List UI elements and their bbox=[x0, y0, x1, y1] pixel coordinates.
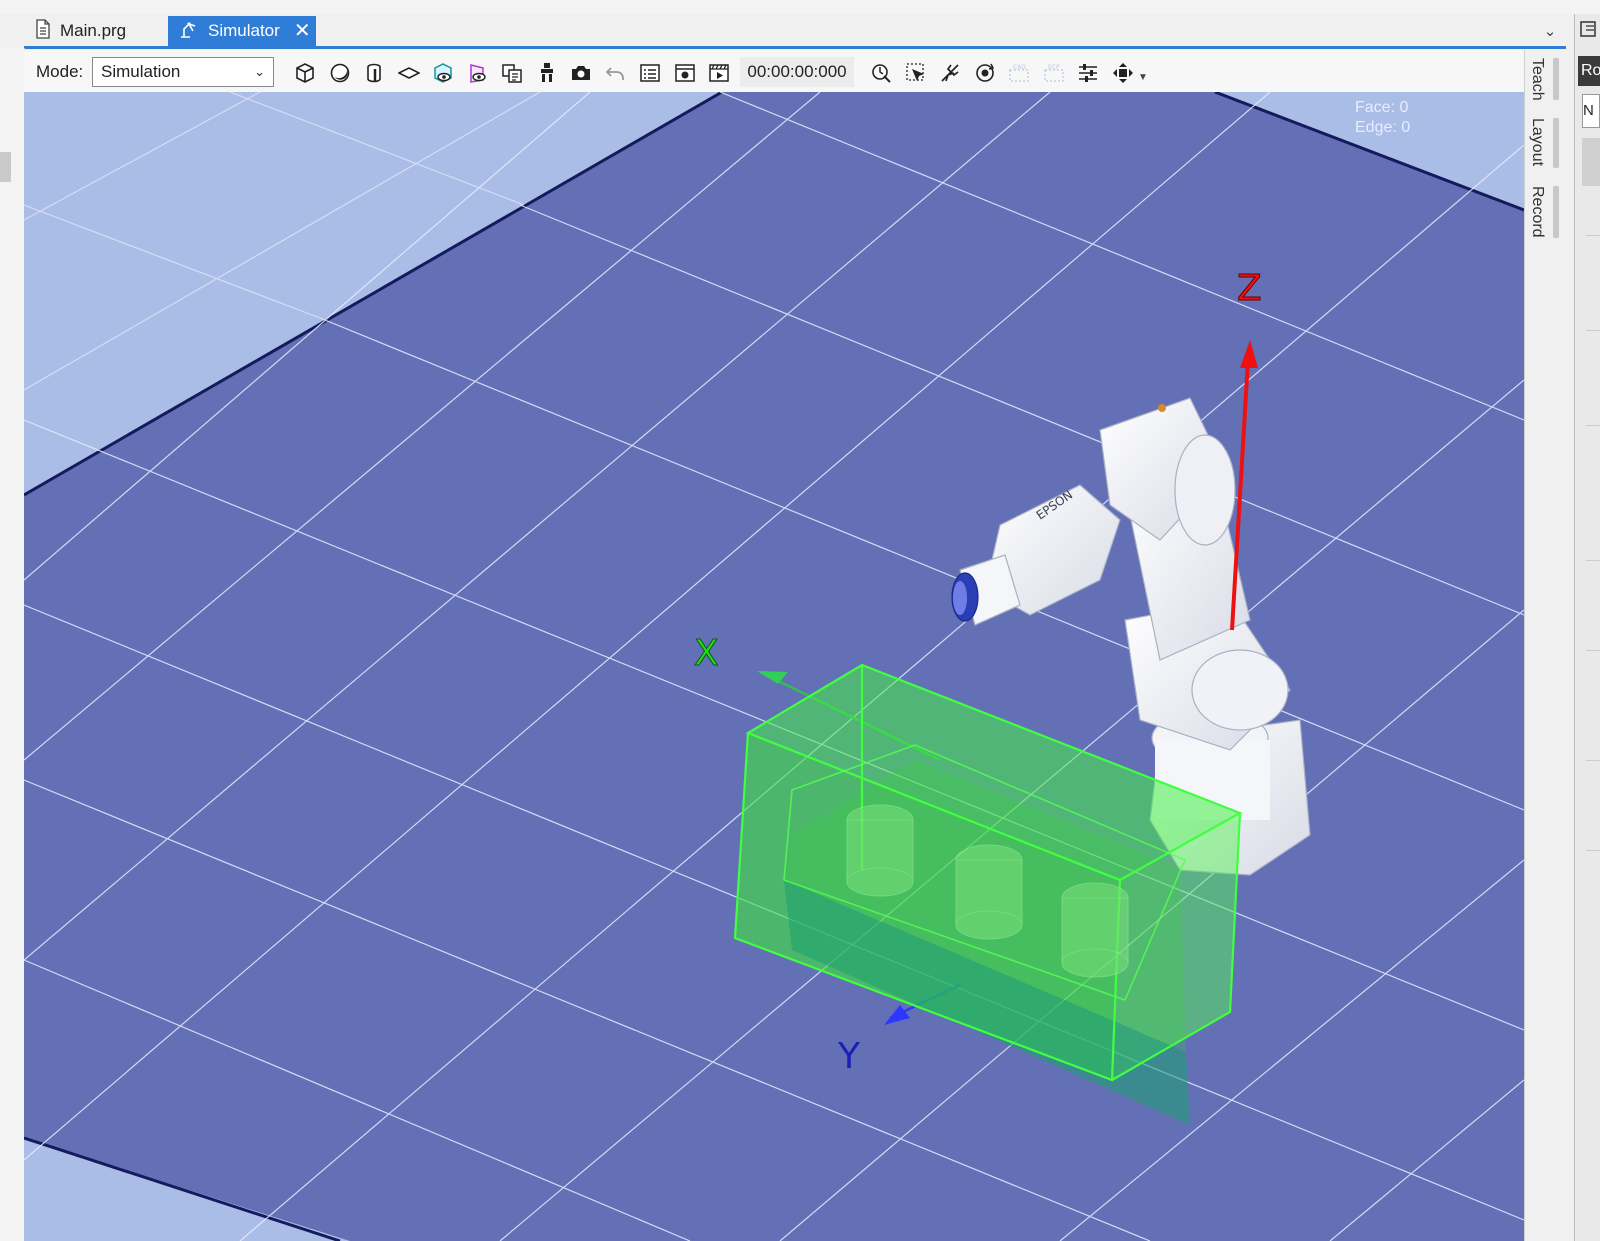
sliders-icon[interactable] bbox=[1071, 59, 1106, 87]
document-tab-bar: Main.prg Simulator ✕ bbox=[0, 14, 1600, 48]
box-icon[interactable] bbox=[288, 59, 323, 87]
edge-count: Edge: 0 bbox=[1355, 119, 1411, 136]
left-panel-strip bbox=[0, 48, 25, 1241]
tab-main-prg[interactable]: Main.prg bbox=[24, 16, 166, 46]
move-icon[interactable] bbox=[1106, 59, 1141, 87]
toolbar-icons-right: CAD ECP bbox=[864, 58, 1140, 88]
side-tab-indicator bbox=[1553, 118, 1559, 168]
chevron-down-icon[interactable]: ⌄ bbox=[1540, 20, 1560, 42]
mode-dropdown[interactable]: Simulation ⌄ bbox=[92, 57, 274, 87]
timecode-display: 00:00:00:000 bbox=[740, 57, 854, 87]
svg-text:CAD: CAD bbox=[1013, 64, 1026, 71]
measure-icon[interactable] bbox=[933, 59, 968, 87]
selection-info: Face: 0 Edge: 0 bbox=[1355, 98, 1410, 138]
face-count: Face: 0 bbox=[1355, 99, 1409, 116]
sphere-icon[interactable] bbox=[323, 59, 358, 87]
mode-dropdown-value: Simulation bbox=[101, 62, 181, 81]
side-tab-layout[interactable]: Layout bbox=[1528, 118, 1546, 166]
tab-simulator[interactable]: Simulator ✕ bbox=[168, 16, 316, 46]
select-object-icon[interactable] bbox=[899, 59, 934, 87]
scene-svg: EPSON X Y Z bbox=[24, 92, 1524, 1241]
right-panel bbox=[1574, 14, 1600, 1241]
panel-pin-icon[interactable] bbox=[1578, 18, 1600, 47]
title-strip bbox=[0, 0, 1600, 15]
close-icon[interactable]: ✕ bbox=[294, 21, 311, 41]
robot-tab-icon bbox=[178, 19, 200, 44]
right-panel-scrollbar[interactable] bbox=[1582, 138, 1600, 186]
cad-icon[interactable]: CAD bbox=[1002, 59, 1037, 87]
side-tab-indicator bbox=[1553, 186, 1559, 238]
divider bbox=[1586, 850, 1600, 851]
right-panel-title: Ro bbox=[1578, 56, 1600, 86]
right-panel-field[interactable]: N bbox=[1582, 94, 1600, 128]
list-icon[interactable] bbox=[633, 59, 668, 87]
undo-icon[interactable] bbox=[599, 59, 634, 87]
rotate-icon[interactable] bbox=[968, 59, 1003, 87]
chevron-down-icon: ⌄ bbox=[254, 64, 265, 79]
toolbar-overflow-icon[interactable]: ▼ bbox=[1138, 72, 1148, 83]
document-icon bbox=[34, 18, 52, 44]
3d-viewport[interactable]: EPSON X Y Z bbox=[24, 92, 1524, 1241]
divider bbox=[1586, 760, 1600, 761]
snapshot-icon[interactable] bbox=[668, 59, 703, 87]
divider bbox=[1586, 650, 1600, 651]
clock-robot-icon[interactable] bbox=[864, 59, 899, 87]
left-panel-handle[interactable] bbox=[0, 152, 11, 182]
x-axis-label: X bbox=[694, 633, 719, 674]
divider bbox=[1586, 330, 1600, 331]
video-icon[interactable] bbox=[702, 59, 737, 87]
toolbar-icons-left bbox=[288, 58, 737, 88]
camera-icon[interactable] bbox=[564, 59, 599, 87]
y-axis-label: Y bbox=[837, 1036, 861, 1077]
plane-icon[interactable] bbox=[392, 59, 427, 87]
gripper-icon[interactable] bbox=[530, 59, 565, 87]
tab-main-prg-label: Main.prg bbox=[60, 21, 127, 40]
divider bbox=[1586, 560, 1600, 561]
cylinder-icon[interactable] bbox=[357, 59, 392, 87]
view-cube-icon[interactable] bbox=[426, 59, 461, 87]
ecp-icon[interactable]: ECP bbox=[1037, 59, 1072, 87]
side-tab-indicator bbox=[1553, 58, 1559, 100]
z-axis-label: Z bbox=[1237, 268, 1262, 309]
tab-simulator-label: Simulator bbox=[208, 21, 280, 40]
side-tab-record[interactable]: Record bbox=[1528, 186, 1546, 238]
layers-icon[interactable] bbox=[495, 59, 530, 87]
view-object-icon[interactable] bbox=[461, 59, 496, 87]
divider bbox=[1586, 425, 1600, 426]
side-tab-teach[interactable]: Teach bbox=[1528, 58, 1546, 101]
tab-underline bbox=[24, 46, 1566, 49]
mode-label: Mode: bbox=[36, 62, 84, 81]
svg-text:ECP: ECP bbox=[1048, 64, 1060, 71]
divider bbox=[1586, 235, 1600, 236]
